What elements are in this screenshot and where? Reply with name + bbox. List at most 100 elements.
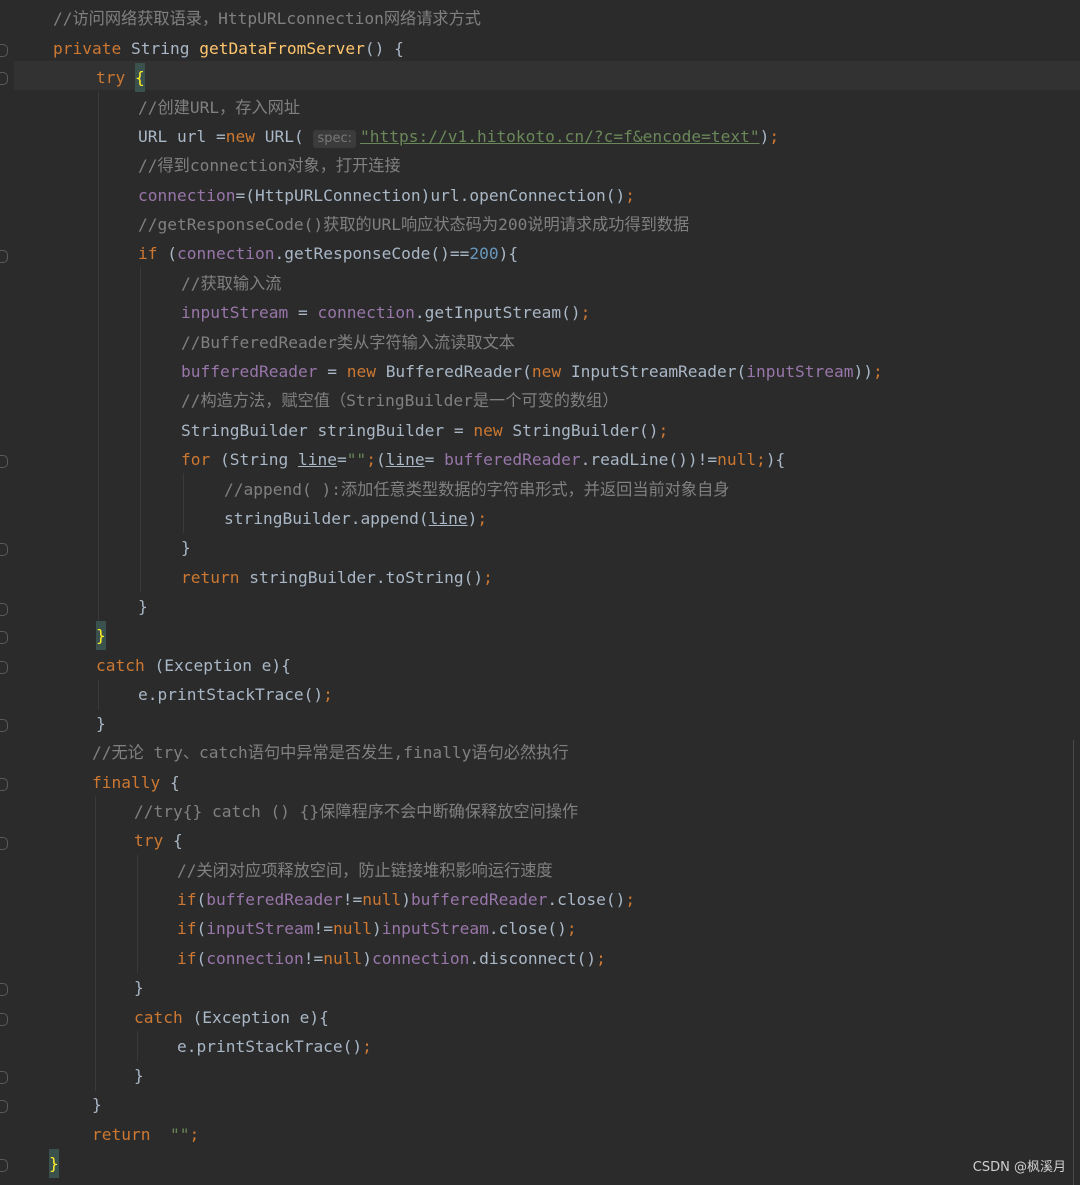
code-line[interactable]: //BufferedReader类从字符输入流读取文本	[181, 328, 515, 357]
code-token: ;	[580, 303, 591, 322]
code-token: return	[181, 568, 250, 587]
code-line[interactable]: //try{} catch () {}保障程序不会中断确保释放空间操作	[134, 797, 578, 826]
code-token: bufferedReader	[410, 890, 548, 909]
code-token: {	[134, 63, 145, 92]
code-token: .close()	[488, 919, 567, 938]
code-token: connection	[177, 244, 275, 263]
code-line[interactable]: }	[49, 1149, 59, 1178]
code-token: ;	[566, 919, 577, 938]
code-line[interactable]: try {	[96, 63, 145, 92]
code-line[interactable]: if (connection.getResponseCode()==200){	[138, 239, 518, 268]
code-token: )	[371, 919, 382, 938]
code-token: !=	[303, 949, 324, 968]
code-line[interactable]: finally {	[92, 768, 180, 797]
code-token: inputStream	[746, 362, 854, 381]
code-token: ;	[323, 685, 333, 704]
code-token: =	[424, 450, 445, 469]
code-token: //得到connection对象，打开连接	[138, 156, 401, 175]
code-token: inputStream	[206, 919, 314, 938]
code-token: ){	[765, 450, 786, 469]
code-line[interactable]: return stringBuilder.toString();	[181, 563, 493, 592]
parameter-hint: spec:	[313, 130, 356, 148]
code-line[interactable]: private String getDataFromServer() {	[53, 34, 404, 63]
code-token: }	[181, 538, 191, 557]
code-line[interactable]: try {	[134, 826, 183, 855]
code-token: finally	[92, 773, 170, 792]
editor-right-border	[1073, 740, 1080, 1185]
code-token: ""	[169, 1125, 190, 1144]
code-token: ){	[498, 244, 519, 263]
code-token: }	[96, 714, 106, 733]
code-token: )	[467, 509, 478, 528]
code-token: URL(	[264, 127, 314, 146]
code-token: //关闭对应项释放空间，防止链接堆积影响运行速度	[177, 861, 553, 880]
code-line[interactable]: //getResponseCode()获取的URL响应状态码为200说明请求成功…	[138, 210, 689, 239]
code-token: ;	[658, 421, 669, 440]
code-line[interactable]: URL url =new URL( spec: "https://v1.hitok…	[138, 122, 779, 151]
code-line[interactable]: //获取输入流	[181, 269, 281, 298]
code-line[interactable]: return "";	[92, 1120, 199, 1149]
code-line[interactable]: }	[134, 1061, 144, 1090]
code-token: connection	[317, 303, 415, 322]
code-line[interactable]: }	[138, 592, 148, 621]
code-line[interactable]: //无论 try、catch语句中异常是否发生,finally语句必然执行	[92, 738, 569, 767]
code-token: !=	[342, 890, 363, 909]
code-token: connection	[206, 949, 304, 968]
code-token: bufferedReader	[181, 362, 318, 381]
code-line[interactable]: //得到connection对象，打开连接	[138, 151, 401, 180]
code-line[interactable]: e.printStackTrace();	[138, 680, 333, 709]
code-line[interactable]: catch (Exception e){	[134, 1003, 329, 1032]
code-line[interactable]: //访问网络获取语录，HttpURLconnection网络请求方式	[53, 4, 481, 33]
code-line[interactable]: for (String line="";(line= bufferedReade…	[181, 445, 785, 474]
code-token: catch	[134, 1008, 193, 1027]
code-line[interactable]: if(bufferedReader!=null)bufferedReader.c…	[177, 885, 635, 914]
code-token: getDataFromServer	[199, 39, 365, 58]
code-token: }	[134, 978, 144, 997]
code-token: )	[401, 890, 411, 909]
code-token: }	[49, 1149, 59, 1178]
code-token: }	[96, 621, 106, 650]
code-line[interactable]: stringBuilder.append(line);	[224, 504, 487, 533]
watermark: CSDN @枫溪月	[972, 1160, 1066, 1175]
code-line[interactable]: }	[181, 533, 191, 562]
code-token: connection	[138, 186, 236, 205]
code-token: line	[385, 450, 425, 469]
code-line[interactable]: connection=(HttpURLConnection)url.openCo…	[138, 181, 635, 210]
code-token: //try{} catch () {}保障程序不会中断确保释放空间操作	[134, 802, 579, 821]
code-token: StringBuilder stringBuilder =	[181, 421, 474, 440]
code-line[interactable]: //创建URL，存入网址	[138, 93, 300, 122]
code-token: ;	[483, 568, 493, 587]
code-line[interactable]: //append( ):添加任意类型数据的字符串形式，并返回当前对象自身	[224, 475, 729, 504]
code-token: (	[196, 919, 207, 938]
code-token: if	[177, 890, 197, 909]
code-token: (	[375, 450, 386, 469]
code-token: if	[177, 949, 197, 968]
code-token: ;	[362, 1037, 372, 1056]
code-token: //getResponseCode()获取的URL响应状态码为200说明请求成功…	[138, 215, 690, 234]
code-token: =	[317, 362, 347, 381]
code-line[interactable]: catch (Exception e){	[96, 651, 291, 680]
code-line[interactable]: inputStream = connection.getInputStream(…	[181, 298, 590, 327]
code-token: }	[92, 1095, 102, 1114]
code-line[interactable]: bufferedReader = new BufferedReader(new …	[181, 357, 883, 386]
code-editor[interactable]: //访问网络获取语录，HttpURLconnection网络请求方式 privat…	[0, 0, 1080, 1185]
code-line[interactable]: e.printStackTrace();	[177, 1032, 372, 1061]
code-line[interactable]: if(inputStream!=null)inputStream.close()…	[177, 914, 577, 943]
code-line[interactable]: //关闭对应项释放空间，防止链接堆积影响运行速度	[177, 856, 553, 885]
code-token: "https://v1.hitokoto.cn/?c=f&encode=text…	[360, 127, 760, 146]
code-token: //访问网络获取语录，HttpURLconnection网络请求方式	[53, 9, 481, 28]
code-line[interactable]: StringBuilder stringBuilder = new String…	[181, 416, 668, 445]
code-token: new	[225, 127, 265, 146]
code-line[interactable]: }	[96, 709, 106, 738]
code-line[interactable]: if(connection!=null)connection.disconnec…	[177, 944, 606, 973]
code-line[interactable]: }	[134, 973, 144, 1002]
code-line[interactable]: }	[92, 1090, 102, 1119]
code-token: e.printStackTrace()	[177, 1037, 363, 1056]
code-token: stringBuilder.append(	[224, 509, 429, 528]
code-token: stringBuilder.toString()	[249, 568, 484, 587]
code-token: connection	[371, 949, 470, 968]
code-line[interactable]: //构造方法，赋空值（StringBuilder是一个可变的数组）	[181, 386, 619, 415]
code-token: if	[177, 919, 197, 938]
code-line[interactable]: }	[96, 621, 106, 650]
code-token: null	[332, 919, 372, 938]
